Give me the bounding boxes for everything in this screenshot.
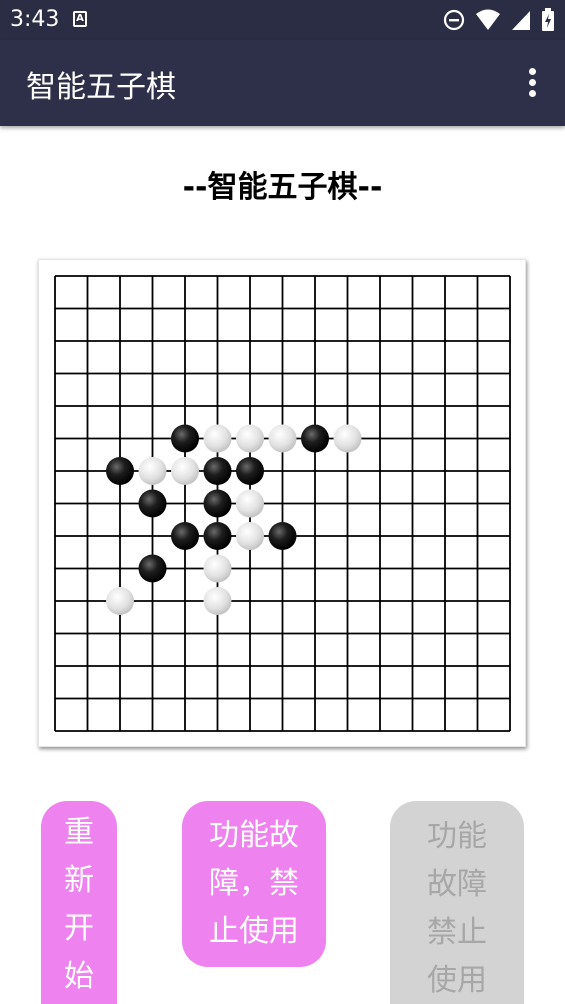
restart-button[interactable]: 重 新 开 始 <box>41 801 117 1004</box>
black-stone <box>301 424 329 453</box>
disabled-function-button[interactable]: 功能故 障，禁 止使用 <box>182 801 326 967</box>
white-stone <box>171 457 199 485</box>
do-not-disturb-icon <box>443 9 465 31</box>
restart-button-label: 重 新 开 始 <box>64 815 94 994</box>
status-bar: 3:43 A <box>0 0 565 40</box>
white-stone <box>106 587 134 615</box>
black-stone <box>138 489 167 518</box>
app-bar: 智能五子棋 <box>0 40 565 126</box>
wifi-icon <box>476 9 500 30</box>
white-stone <box>236 424 264 453</box>
black-stone <box>171 424 199 453</box>
page-heading: --智能五子棋-- <box>182 170 383 205</box>
board-canvas[interactable] <box>39 260 527 748</box>
black-stone <box>268 522 297 550</box>
black-stone <box>203 457 232 485</box>
white-stone <box>268 424 297 453</box>
disabled-function-button-label: 功能故 障，禁 止使用 <box>209 818 299 949</box>
black-stone <box>236 457 264 485</box>
a-icon: A <box>73 11 87 27</box>
white-stone <box>236 522 264 550</box>
status-icons <box>443 8 555 32</box>
white-stone <box>236 489 264 518</box>
more-vert-icon[interactable] <box>523 66 543 100</box>
white-stone <box>138 457 167 485</box>
black-stone <box>203 522 232 550</box>
disabled-button: 功能 故障 禁止 使用 <box>390 801 524 1004</box>
white-stone <box>203 424 232 453</box>
signal-icon <box>512 11 530 30</box>
status-time: 3:43 <box>10 7 60 32</box>
black-stone <box>171 522 199 550</box>
white-stone <box>333 424 362 453</box>
battery-icon <box>542 8 554 31</box>
app-title: 智能五子棋 <box>26 70 176 105</box>
gomoku-board[interactable] <box>38 259 526 747</box>
black-stone <box>138 554 167 583</box>
white-stone <box>203 587 232 615</box>
white-stone <box>203 554 232 583</box>
black-stone <box>203 489 232 518</box>
disabled-button-label: 功能 故障 禁止 使用 <box>427 819 487 998</box>
black-stone <box>106 457 134 485</box>
